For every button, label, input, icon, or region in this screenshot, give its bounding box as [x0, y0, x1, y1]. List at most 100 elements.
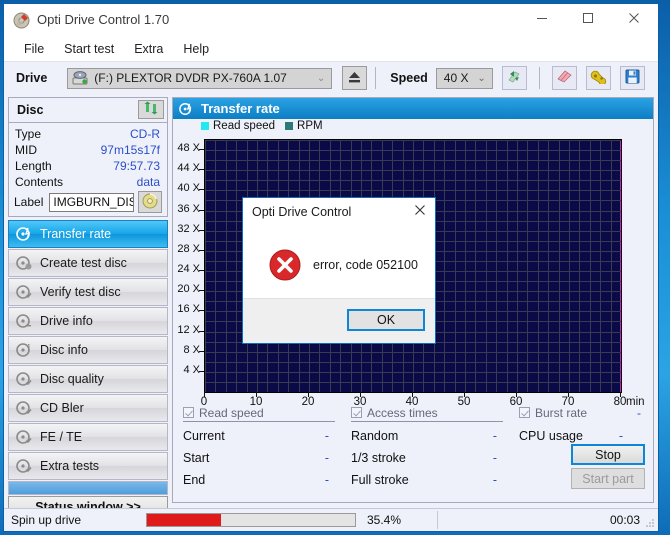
- disc-value: 79:57.73: [113, 159, 160, 173]
- resize-grip-icon[interactable]: [644, 517, 655, 528]
- burst-rate-label: Burst rate: [535, 405, 588, 420]
- chart-y-tick-label: 28 X: [177, 242, 200, 255]
- chart-gridline-h: [205, 140, 621, 141]
- drive-select-value: (F:) PLEXTOR DVDR PX-760A 1.07: [94, 71, 287, 85]
- refresh-speed-button[interactable]: [501, 66, 527, 90]
- dialog-message: error, code 052100: [313, 257, 418, 272]
- close-icon: [414, 204, 426, 219]
- speed-label: Speed: [390, 71, 428, 85]
- chart-gridline-v: [621, 140, 622, 392]
- refresh-speed-icon: [506, 69, 522, 87]
- chart-gridline-v: [465, 140, 466, 392]
- stop-button[interactable]: Stop: [571, 444, 645, 465]
- close-button[interactable]: [611, 4, 657, 34]
- speed-select[interactable]: 40 X ⌄: [435, 67, 493, 89]
- menu-item-start-test[interactable]: Start test: [54, 40, 124, 58]
- disc-label-input[interactable]: IMGBURN_DIS: [49, 192, 134, 212]
- sidebar-item-extra-tests[interactable]: Extra tests: [8, 452, 168, 480]
- cd-bler-icon: [16, 400, 32, 416]
- result-value: -: [492, 451, 497, 465]
- drive-select[interactable]: (F:) PLEXTOR DVDR PX-760A 1.07 ⌄: [67, 67, 333, 89]
- chart-gridline-v: [475, 140, 476, 392]
- disc-row-contents: Contents data: [9, 174, 167, 190]
- progress-bar: [146, 513, 356, 527]
- legend-swatch-rpm: [285, 122, 294, 130]
- read-speed-checkbox[interactable]: [183, 407, 194, 418]
- progress-percent-label: 35.4%: [367, 513, 402, 527]
- chart-gridline-h: [205, 180, 621, 181]
- chart-gridline-v: [215, 140, 216, 392]
- chart-x-tick-mark: [204, 392, 205, 397]
- access-times-header: Access times: [351, 404, 521, 421]
- fe-te-icon: [16, 429, 32, 445]
- dialog-ok-button[interactable]: OK: [347, 309, 425, 331]
- chart-legend: Read speed RPM: [173, 119, 653, 133]
- sidebar-item-label: Verify test disc: [40, 285, 121, 299]
- chart-gridline-v: [486, 140, 487, 392]
- chart-y-tick-label: 12 X: [177, 323, 200, 336]
- chart-gridline-h: [205, 190, 621, 191]
- divider: [183, 421, 335, 422]
- sidebar-item-transfer-rate[interactable]: Transfer rate: [8, 220, 168, 248]
- erase-disc-icon: [556, 69, 573, 87]
- sidebar-item-fe-te[interactable]: FE / TE: [8, 423, 168, 451]
- result-row-current: Current -: [183, 425, 353, 447]
- result-value: -: [492, 429, 497, 443]
- sidebar-item-cd-bler[interactable]: CD Bler: [8, 394, 168, 422]
- menu-item-help[interactable]: Help: [173, 40, 219, 58]
- minimize-icon: [536, 12, 548, 27]
- drive-info-icon: [16, 313, 32, 329]
- refresh-disc-button[interactable]: [138, 100, 164, 119]
- sidebar-item-verify-test-disc[interactable]: Verify test disc: [8, 278, 168, 306]
- transfer-rate-icon: [16, 226, 32, 242]
- sidebar-item-disc-info[interactable]: Disc info: [8, 336, 168, 364]
- result-row-random: Random -: [351, 425, 521, 447]
- erase-disc-button[interactable]: [551, 66, 577, 90]
- access-times-label: Access times: [367, 405, 438, 420]
- maximize-icon: [582, 12, 594, 27]
- dialog-close-button[interactable]: [409, 201, 431, 221]
- disc-row-type: Type CD-R: [9, 126, 167, 142]
- result-value: -: [324, 473, 329, 487]
- sidebar-item-label: Transfer rate: [40, 227, 112, 241]
- disc-label-key: Label: [14, 195, 44, 209]
- transfer-rate-icon: [179, 102, 193, 116]
- chart-gridline-v: [507, 140, 508, 392]
- chart-gridline-v: [205, 140, 206, 392]
- sidebar-item-disc-quality[interactable]: Disc quality: [8, 365, 168, 393]
- dialog-footer: OK: [243, 298, 435, 343]
- eject-button[interactable]: [342, 66, 368, 90]
- sidebar-item-create-test-disc[interactable]: Create test disc: [8, 249, 168, 277]
- sidebar-item-drive-info[interactable]: Drive info: [8, 307, 168, 335]
- minimize-button[interactable]: [519, 4, 565, 34]
- menu-item-file[interactable]: File: [14, 40, 54, 58]
- chart-gridline-h: [205, 170, 621, 171]
- disc-value: data: [136, 175, 160, 189]
- access-times-checkbox[interactable]: [351, 407, 362, 418]
- chart-x-tick-mark: [620, 392, 621, 397]
- read-speed-header: Read speed: [183, 404, 353, 421]
- close-icon: [628, 12, 640, 27]
- plug-settings-button[interactable]: [585, 66, 611, 90]
- drive-icon: [72, 71, 88, 85]
- dialog-title: Opti Drive Control: [252, 205, 352, 219]
- chart-y-tick-mark: [199, 149, 204, 150]
- refresh-disc-icon: [143, 101, 159, 118]
- save-button[interactable]: [619, 66, 645, 90]
- disc-row-length: Length 79:57.73: [9, 158, 167, 174]
- disc-app-icon: [13, 12, 30, 29]
- chart-x-tick-mark: [308, 392, 309, 397]
- result-value: -: [492, 473, 497, 487]
- chart-y-tick-mark: [199, 331, 204, 332]
- legend-swatch-read-speed: [201, 122, 209, 130]
- sidebar-item-label: Disc info: [40, 343, 88, 357]
- burst-rate-checkbox[interactable]: [519, 407, 530, 418]
- left-panel: Disc Type CD-R MID 97m15s17f Length 79:5…: [8, 97, 168, 518]
- burst-rate-value: -: [637, 405, 641, 420]
- chart-y-tick-label: 36 X: [177, 202, 200, 215]
- chart-gridline-v: [527, 140, 528, 392]
- menu-item-extra[interactable]: Extra: [124, 40, 173, 58]
- maximize-button[interactable]: [565, 4, 611, 34]
- results-column-access-times: Access times Random - 1/3 stroke - Full …: [351, 404, 521, 500]
- disc-label-button[interactable]: [137, 191, 162, 213]
